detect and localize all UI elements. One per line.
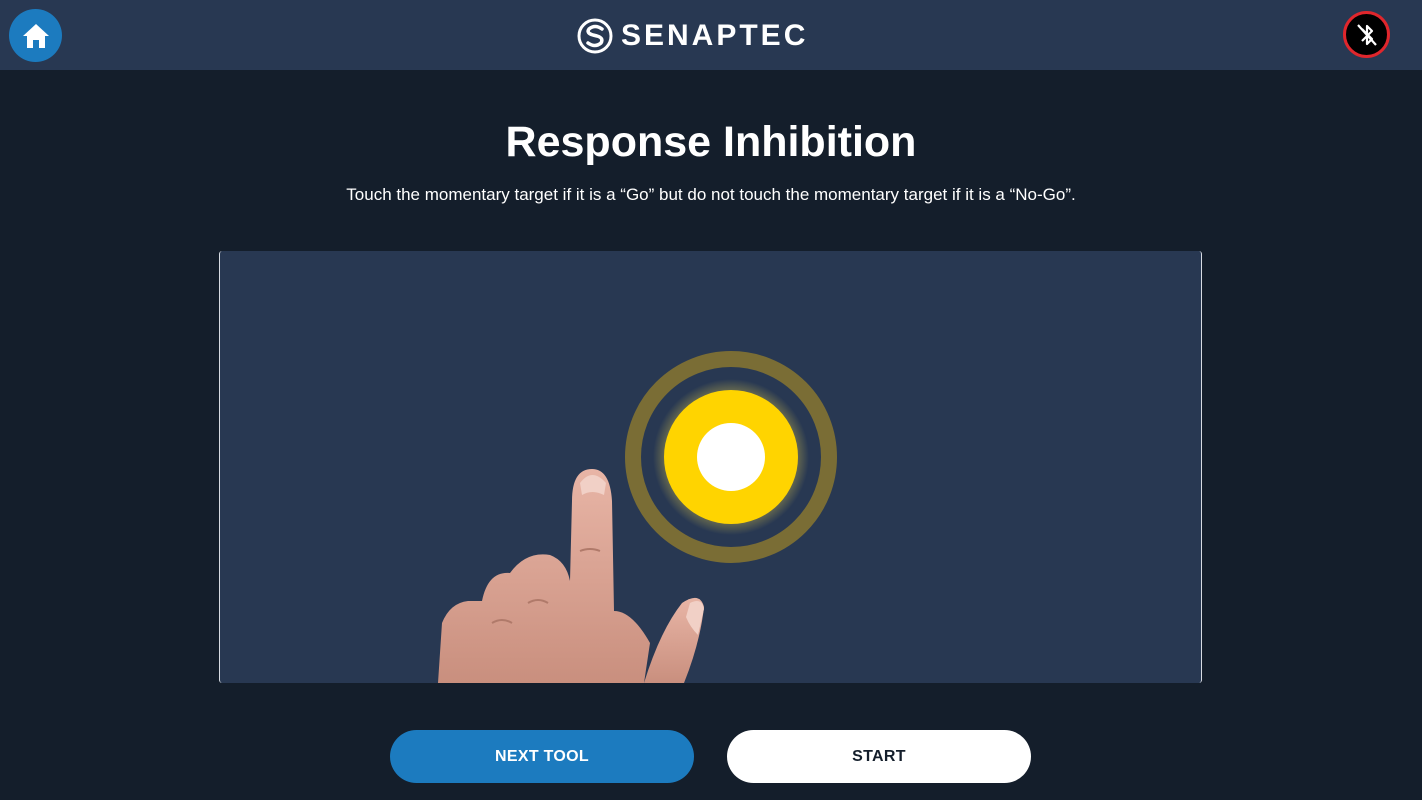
demo-canvas bbox=[438, 351, 837, 683]
bluetooth-disabled-icon bbox=[1356, 23, 1377, 46]
top-bar: SENAPTEC bbox=[0, 0, 1422, 70]
next-tool-button[interactable]: NEXT TOOL bbox=[390, 730, 694, 783]
demo-illustration bbox=[219, 251, 1202, 683]
home-button[interactable] bbox=[9, 9, 62, 62]
brand-logo: SENAPTEC bbox=[577, 17, 808, 55]
home-icon bbox=[22, 23, 49, 48]
start-button[interactable]: START bbox=[727, 730, 1031, 783]
pointing-hand-icon bbox=[438, 469, 704, 683]
target-icon bbox=[625, 351, 837, 563]
bluetooth-button[interactable] bbox=[1343, 11, 1390, 58]
instructions-text: Touch the momentary target if it is a “G… bbox=[346, 185, 1076, 204]
senaptec-logo-icon bbox=[577, 18, 613, 54]
brand-name: SENAPTEC bbox=[621, 19, 809, 52]
page-title: Response Inhibition bbox=[505, 118, 917, 166]
